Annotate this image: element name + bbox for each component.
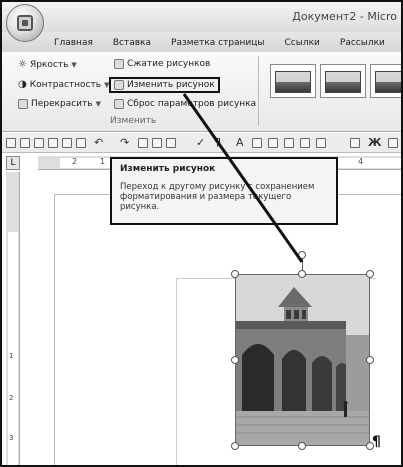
change-picture-icon <box>114 80 124 90</box>
ruler-number: 1 <box>100 157 106 166</box>
picture-style-1[interactable] <box>270 64 316 98</box>
dropdown-arrow-icon: ▼ <box>95 100 101 108</box>
resize-handle-left[interactable] <box>231 356 239 364</box>
picture-style-preview <box>375 71 401 93</box>
tab-insert[interactable]: Вставка <box>103 34 161 52</box>
undo-icon[interactable]: ↶ <box>94 136 103 149</box>
picture-style-preview <box>325 71 361 93</box>
print-preview-icon[interactable] <box>62 138 72 148</box>
drawing-icon[interactable] <box>300 138 310 148</box>
align-icon[interactable] <box>252 138 262 148</box>
brightness-label: Яркость <box>29 59 69 70</box>
ruler-number: 1 <box>9 352 14 360</box>
ruler-number: 4 <box>358 157 364 166</box>
ruler-number: 3 <box>9 434 14 442</box>
contrast-button[interactable]: ◑ Контрастность ▼ <box>18 79 109 90</box>
contrast-icon: ◑ <box>18 79 27 90</box>
redo-icon[interactable]: ↷ <box>120 136 129 149</box>
tooltip: Изменить рисунок Переход к другому рисун… <box>110 157 338 225</box>
ruler-number: 2 <box>72 157 78 166</box>
bold-icon[interactable]: Ж <box>368 136 381 149</box>
dropdown-arrow-icon: ▼ <box>71 60 77 69</box>
shading-icon[interactable] <box>284 138 294 148</box>
resize-handle-top[interactable] <box>298 270 306 278</box>
resize-handle-top-right[interactable] <box>366 270 374 278</box>
brightness-icon: ☼ <box>18 59 27 70</box>
picture-style-3[interactable] <box>370 64 401 98</box>
print-icon-2[interactable] <box>138 138 148 148</box>
tooltip-title: Изменить рисунок <box>120 164 216 174</box>
recolor-button[interactable]: Перекрасить ▼ <box>18 99 101 109</box>
group-label-adjust: Изменить <box>110 116 157 126</box>
resize-handle-bottom-left[interactable] <box>231 442 239 450</box>
recolor-label: Перекрасить <box>31 99 93 109</box>
table-icon[interactable] <box>166 138 176 148</box>
tab-mailings[interactable]: Рассылки <box>330 34 395 52</box>
word-window: Документ2 - Micro Главная Вставка Размет… <box>0 0 403 467</box>
format-painter-icon[interactable] <box>152 138 162 148</box>
open-icon[interactable] <box>34 138 44 148</box>
compress-label: Сжатие рисунков <box>127 59 211 69</box>
font-icon[interactable]: A <box>236 136 244 149</box>
change-picture-button[interactable]: Изменить рисунок <box>109 77 220 93</box>
zoom-icon[interactable] <box>350 138 360 148</box>
email-icon[interactable] <box>48 138 58 148</box>
picture-style-2[interactable] <box>320 64 366 98</box>
italic-icon[interactable] <box>388 138 398 148</box>
tab-selector[interactable]: L <box>6 156 20 170</box>
reset-picture-label: Сброс параметров рисунка <box>127 99 257 109</box>
picture-style-preview <box>275 71 311 93</box>
vertical-ruler[interactable]: 1 2 3 <box>6 172 20 465</box>
contrast-label: Контрастность <box>29 79 102 90</box>
show-formatting-icon[interactable]: ¶ <box>214 136 221 149</box>
office-logo-icon <box>17 15 33 31</box>
tab-page-layout[interactable]: Разметка страницы <box>161 34 275 52</box>
quick-access-toolbar: ↶ ↷ ✓ ¶ A Ж <box>2 133 401 153</box>
spelling-check-icon[interactable]: ✓ <box>196 136 205 149</box>
reset-picture-button[interactable]: Сброс параметров рисунка <box>114 99 256 109</box>
new-document-icon[interactable] <box>6 138 16 148</box>
reset-picture-icon <box>114 99 124 109</box>
save-icon[interactable] <box>20 138 30 148</box>
compress-pictures-button[interactable]: Сжатие рисунков <box>114 59 210 69</box>
title-bar: Документ2 - Micro <box>2 2 401 32</box>
rotate-handle[interactable] <box>298 251 306 259</box>
picture-image <box>236 275 369 445</box>
office-button[interactable] <box>6 4 44 42</box>
resize-handle-right[interactable] <box>366 356 374 364</box>
ruler-writing-area <box>8 232 18 465</box>
tooltip-body: Переход к другому рисунку с сохранением … <box>120 182 315 212</box>
paragraph-mark: ¶ <box>372 434 381 450</box>
window-title: Документ2 - Micro <box>292 10 397 23</box>
ribbon-tabs: Главная Вставка Разметка страницы Ссылки… <box>44 34 395 52</box>
recolor-icon <box>18 99 28 109</box>
group-divider <box>258 56 259 126</box>
resize-handle-bottom[interactable] <box>298 442 306 450</box>
tab-home[interactable]: Главная <box>44 34 103 52</box>
selected-picture[interactable] <box>235 274 370 446</box>
change-picture-label: Изменить рисунок <box>127 80 215 90</box>
border-icon[interactable] <box>268 138 278 148</box>
brightness-button[interactable]: ☼ Яркость ▼ <box>18 59 77 70</box>
columns-icon[interactable] <box>316 138 326 148</box>
resize-handle-top-left[interactable] <box>231 270 239 278</box>
print-icon[interactable] <box>76 138 86 148</box>
tab-references[interactable]: Ссылки <box>275 34 330 52</box>
ruler-number: 2 <box>9 394 14 402</box>
compress-icon <box>114 59 124 69</box>
